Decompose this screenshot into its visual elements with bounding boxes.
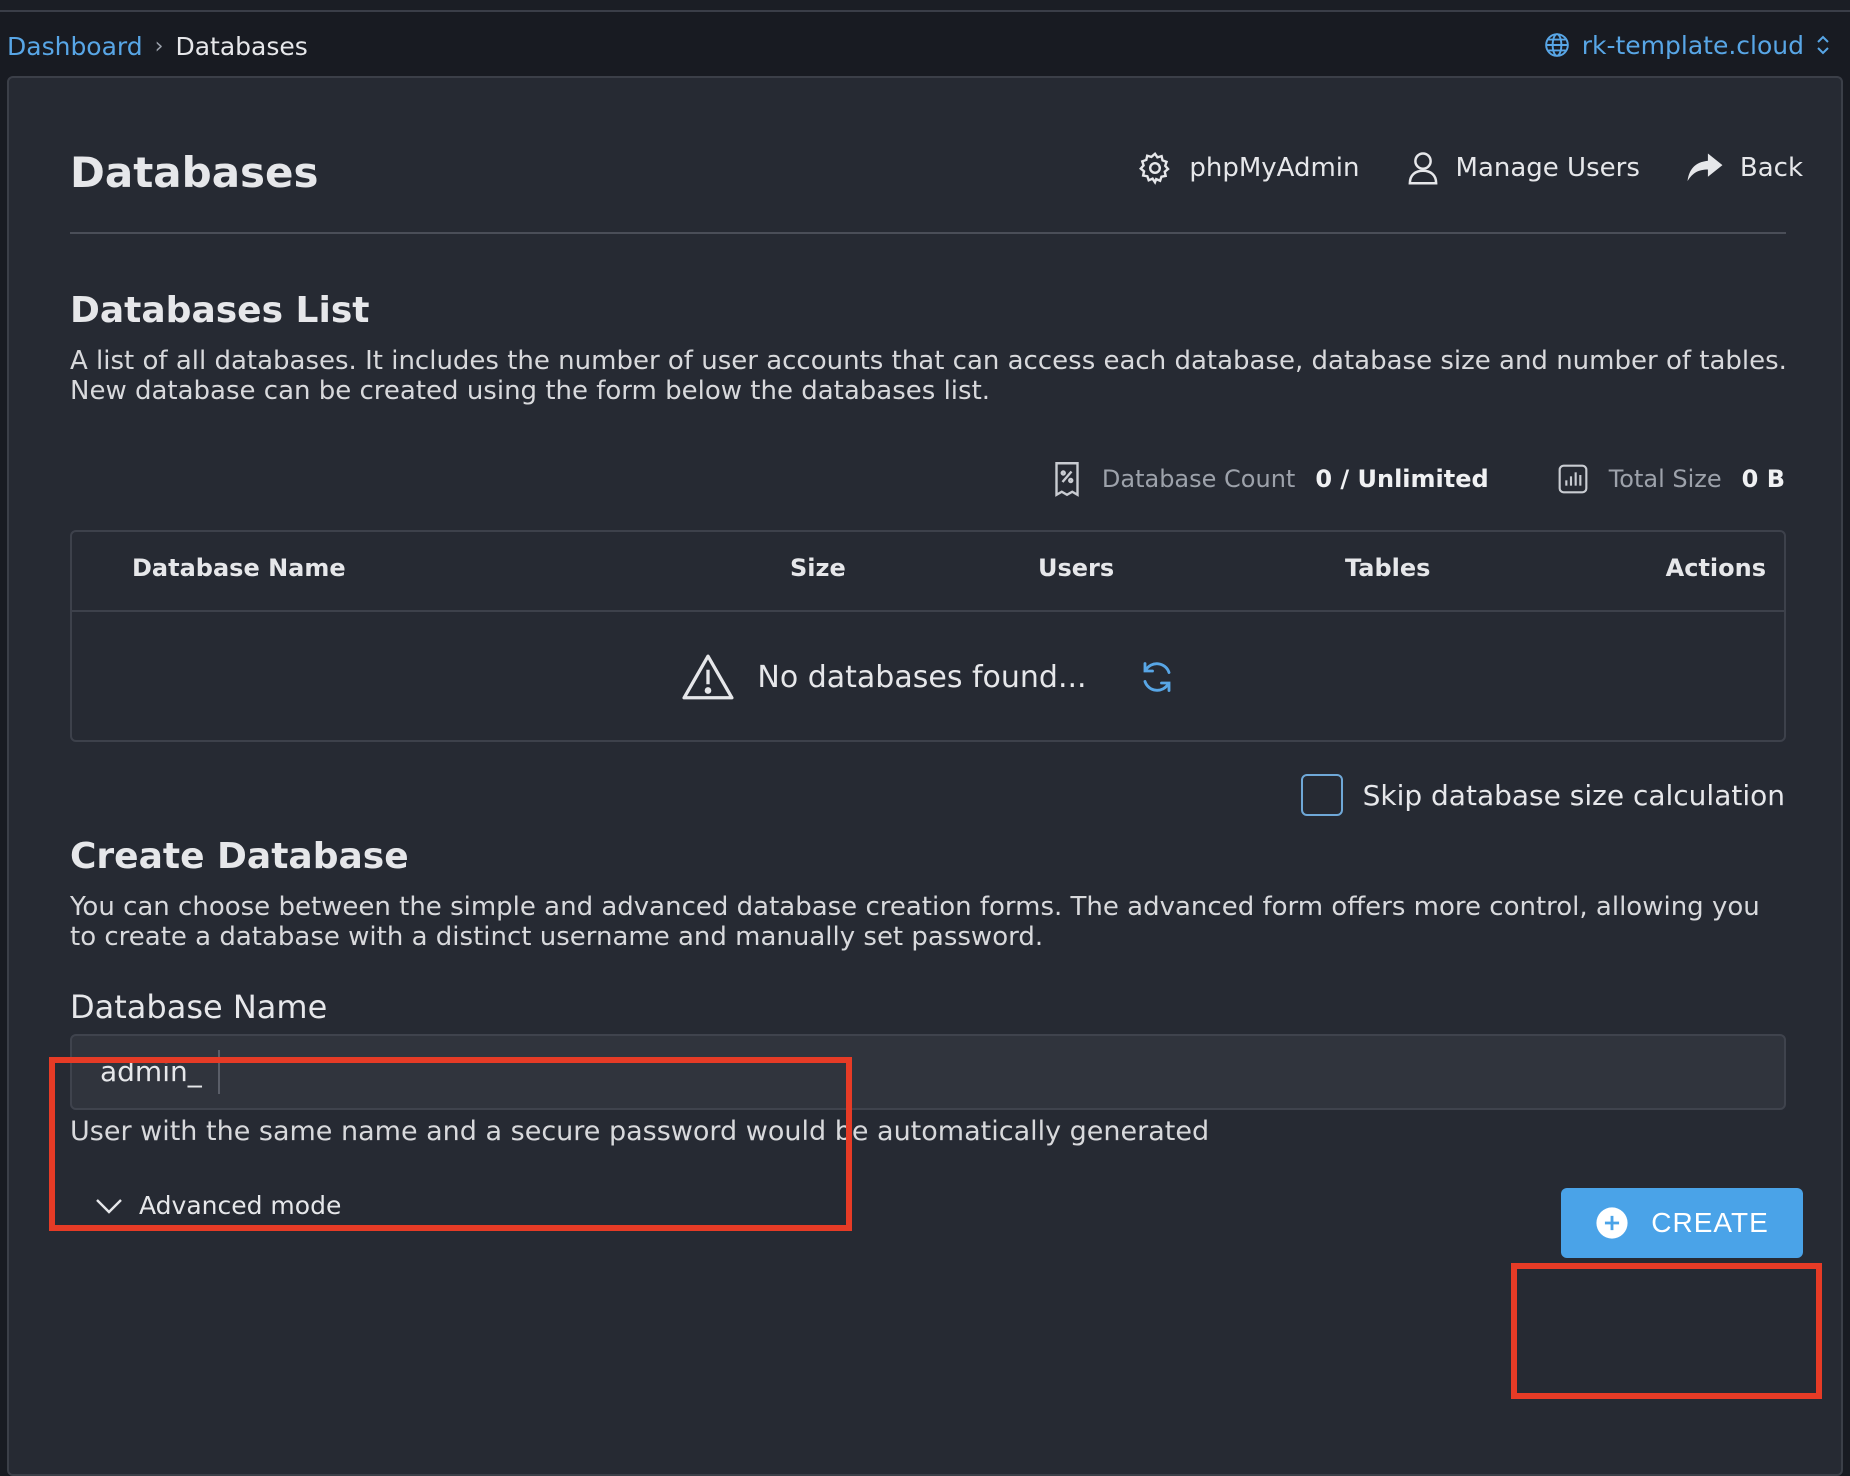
advanced-mode-label: Advanced mode: [139, 1191, 342, 1220]
phpmyadmin-label: phpMyAdmin: [1189, 153, 1360, 183]
database-name-field[interactable]: admin_: [70, 1034, 1786, 1110]
refresh-icon: [1143, 662, 1171, 692]
page-title: Databases: [70, 148, 319, 197]
create-button-label: CREATE: [1651, 1207, 1769, 1238]
chevron-down-icon: [96, 1198, 122, 1214]
main-panel: Databases phpMyAdmin Manage Users Back D…: [7, 76, 1843, 1476]
manage-users-button[interactable]: Manage Users: [1406, 150, 1640, 186]
breadcrumb-current: Databases: [175, 31, 308, 61]
skip-size-checkbox[interactable]: [1300, 774, 1343, 816]
back-button[interactable]: Back: [1686, 152, 1803, 184]
gear-icon: [1139, 151, 1171, 185]
databases-table: Database Name Size Users Tables Actions …: [70, 530, 1786, 742]
back-label: Back: [1739, 153, 1803, 183]
create-database-description: You can choose between the simple and ad…: [70, 892, 1760, 952]
receipt-icon: [1055, 462, 1079, 497]
database-stats: Database Count 0 / Unlimited Total Size …: [1052, 461, 1785, 497]
create-database-title: Create Database: [70, 836, 409, 877]
total-size-label: Total Size: [1608, 465, 1722, 493]
updown-chevron-icon: [1817, 35, 1829, 55]
database-count-label: Database Count: [1101, 465, 1296, 493]
column-header-tables[interactable]: Tables: [1345, 554, 1430, 582]
bar-chart-icon: [1558, 464, 1588, 494]
databases-list-title: Databases List: [70, 290, 370, 331]
refresh-button[interactable]: [1139, 659, 1175, 695]
breadcrumb-dashboard-link[interactable]: Dashboard: [7, 32, 143, 61]
databases-list-description: A list of all databases. It includes the…: [70, 346, 1787, 406]
total-size-value: 0 B: [1741, 465, 1785, 493]
database-name-hint: User with the same name and a secure pas…: [70, 1116, 1210, 1147]
manage-users-label: Manage Users: [1455, 153, 1640, 183]
breadcrumb: Dashboard › Databases: [7, 30, 308, 62]
column-header-database-name[interactable]: Database Name: [132, 554, 346, 582]
column-header-actions: Actions: [1665, 554, 1766, 582]
plus-circle-icon: [1596, 1207, 1628, 1239]
breadcrumb-separator-icon: ›: [154, 33, 164, 59]
globe-icon: [1544, 33, 1569, 57]
table-header: Database Name Size Users Tables Actions: [72, 532, 1784, 612]
user-icon: [1408, 152, 1437, 185]
top-bar: [0, 0, 1850, 12]
empty-state-row: No databases found...: [72, 612, 1784, 742]
skip-size-calculation[interactable]: Skip database size calculation: [1300, 774, 1785, 816]
warning-icon: [682, 654, 734, 700]
database-name-prefix: admin_: [72, 1050, 220, 1094]
share-arrow-icon: [1687, 153, 1723, 182]
column-header-users[interactable]: Users: [1038, 554, 1114, 582]
header-divider: [70, 232, 1786, 234]
phpmyadmin-button[interactable]: phpMyAdmin: [1137, 150, 1360, 186]
advanced-mode-toggle[interactable]: Advanced mode: [95, 1191, 341, 1220]
column-header-size[interactable]: Size: [790, 554, 846, 582]
database-name-label: Database Name: [70, 988, 328, 1026]
domain-name: rk-template.cloud: [1581, 30, 1804, 60]
database-count-value: 0 / Unlimited: [1315, 465, 1489, 493]
database-name-input[interactable]: [219, 1035, 1784, 1109]
create-button[interactable]: CREATE: [1561, 1188, 1803, 1258]
empty-state-text: No databases found...: [757, 659, 1087, 695]
skip-size-label: Skip database size calculation: [1362, 778, 1785, 812]
header-actions: phpMyAdmin Manage Users Back: [1137, 150, 1803, 186]
domain-selector[interactable]: rk-template.cloud: [1544, 28, 1830, 62]
